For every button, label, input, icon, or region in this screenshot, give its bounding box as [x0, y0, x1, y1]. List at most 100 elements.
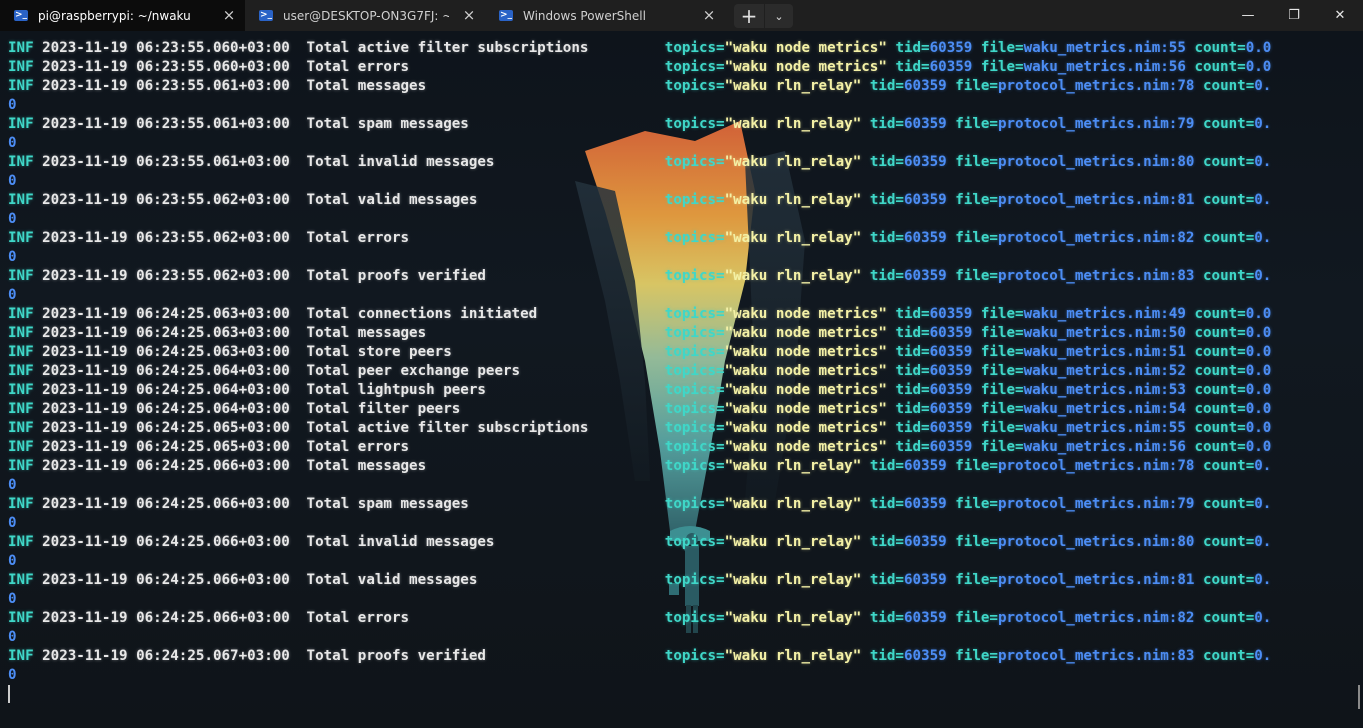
field-value-file: protocol_metrics.nim:78: [997, 458, 1195, 474]
log-level: INF: [8, 420, 34, 436]
log-fields: topics="waku rln_relay" tid=60359 file=p…: [665, 115, 1272, 134]
log-timestamp: 2023-11-19 06:24:25.066+03:00: [42, 534, 290, 550]
field-value-file: protocol_metrics.nim:80: [997, 534, 1195, 550]
field-value-count: 0.0: [1245, 363, 1272, 379]
field-value-file: waku_metrics.nim:52: [1023, 363, 1186, 379]
close-icon[interactable]: ×: [221, 7, 237, 23]
field-key-count: count=: [1194, 439, 1246, 455]
log-level: INF: [8, 344, 34, 360]
field-value-count: 0.0: [1245, 344, 1272, 360]
log-timestamp: 2023-11-19 06:24:25.063+03:00: [42, 325, 290, 341]
field-value-tid: 60359: [929, 420, 973, 436]
log-message: Total messages: [306, 325, 427, 341]
wrapped-count-digit: 0: [8, 173, 17, 189]
field-key-count: count=: [1202, 78, 1255, 94]
log-line: INF 2023-11-19 06:24:25.067+03:00 Total pr…: [8, 647, 1348, 685]
field-key-topics: topics=: [664, 420, 725, 436]
field-value-tid: 60359: [903, 648, 947, 664]
field-key-topics: topics=: [664, 610, 725, 626]
log-level: INF: [8, 268, 34, 284]
field-value-count: 0.: [1254, 534, 1272, 550]
log-level: INF: [8, 192, 34, 208]
field-key-file: file=: [955, 116, 998, 132]
log-message: Total active filter subscriptions: [306, 40, 589, 56]
field-key-count: count=: [1202, 230, 1255, 246]
field-value-topics: "waku rln_relay": [724, 268, 862, 284]
field-value-file: protocol_metrics.nim:83: [997, 648, 1195, 664]
field-value-count: 0.: [1254, 78, 1272, 94]
log-message: Total store peers: [306, 344, 452, 360]
log-timestamp: 2023-11-19 06:24:25.066+03:00: [42, 458, 290, 474]
field-key-file: file=: [980, 306, 1024, 322]
log-fields: topics="waku node metrics" tid=60359 fil…: [665, 343, 1272, 362]
wrapped-count-digit: 0: [8, 97, 17, 113]
log-line: INF 2023-11-19 06:23:55.062+03:00 Total pr…: [8, 267, 1348, 305]
log-timestamp: 2023-11-19 06:24:25.064+03:00: [42, 363, 290, 379]
log-level: INF: [8, 40, 34, 56]
log-message: Total valid messages: [306, 192, 478, 208]
field-key-count: count=: [1194, 382, 1246, 398]
window-controls: — ❐ ✕: [1225, 0, 1363, 31]
new-tab-button[interactable]: +: [734, 4, 765, 28]
field-value-topics: "waku rln_relay": [724, 572, 862, 588]
tab-desktop[interactable]: >_ user@DESKTOP-ON3G7FJ: ~/sr ×: [245, 0, 485, 31]
field-value-file: protocol_metrics.nim:82: [997, 230, 1195, 246]
log-timestamp: 2023-11-19 06:24:25.064+03:00: [42, 401, 290, 417]
title-bar: >_ pi@raspberrypi: ~/nwaku × >_ user@DES…: [0, 0, 1363, 31]
field-key-count: count=: [1202, 154, 1255, 170]
scrollbar[interactable]: [1358, 685, 1360, 709]
field-value-file: waku_metrics.nim:55: [1023, 40, 1186, 56]
field-value-file: waku_metrics.nim:51: [1023, 344, 1186, 360]
field-value-count: 0.: [1254, 116, 1272, 132]
minimize-button[interactable]: —: [1225, 0, 1271, 31]
log-fields: topics="waku node metrics" tid=60359 fil…: [665, 438, 1272, 457]
log-timestamp: 2023-11-19 06:23:55.062+03:00: [42, 192, 290, 208]
close-icon[interactable]: ×: [461, 7, 477, 23]
chevron-down-icon[interactable]: ⌄: [765, 4, 793, 28]
tab-title: user@DESKTOP-ON3G7FJ: ~/sr: [283, 8, 449, 23]
field-key-tid: tid=: [869, 572, 904, 588]
terminal-output[interactable]: INF 2023-11-19 06:23:55.060+03:00 Total ac…: [0, 31, 1363, 728]
field-key-count: count=: [1202, 534, 1255, 550]
field-value-tid: 60359: [903, 496, 947, 512]
log-line: INF 2023-11-19 06:23:55.062+03:00 Total er…: [8, 229, 1348, 267]
log-fields: topics="waku node metrics" tid=60359 fil…: [665, 400, 1272, 419]
field-key-tid: tid=: [869, 648, 904, 664]
field-value-tid: 60359: [903, 534, 947, 550]
close-icon[interactable]: ×: [701, 7, 717, 23]
maximize-button[interactable]: ❐: [1271, 0, 1317, 31]
field-key-count: count=: [1202, 648, 1255, 664]
field-key-file: file=: [955, 154, 998, 170]
log-line: INF 2023-11-19 06:24:25.063+03:00 Total me…: [8, 324, 1348, 343]
log-timestamp: 2023-11-19 06:24:25.064+03:00: [42, 382, 290, 398]
field-key-tid: tid=: [869, 496, 904, 512]
close-window-button[interactable]: ✕: [1317, 0, 1363, 31]
field-value-topics: "waku node metrics": [724, 40, 887, 56]
field-value-tid: 60359: [903, 154, 947, 170]
field-key-file: file=: [955, 192, 998, 208]
log-fields: topics="waku node metrics" tid=60359 fil…: [665, 39, 1272, 58]
field-key-count: count=: [1202, 192, 1255, 208]
field-key-topics: topics=: [664, 401, 725, 417]
log-fields: topics="waku node metrics" tid=60359 fil…: [665, 419, 1272, 438]
field-key-tid: tid=: [895, 420, 930, 436]
log-timestamp: 2023-11-19 06:23:55.060+03:00: [42, 40, 290, 56]
powershell-icon: >_: [499, 10, 513, 21]
log-level: INF: [8, 116, 34, 132]
wrapped-count-digit: 0: [8, 135, 17, 151]
log-message: Total errors: [306, 59, 410, 75]
log-message: Total errors: [306, 439, 410, 455]
field-key-topics: topics=: [664, 59, 725, 75]
field-key-count: count=: [1202, 116, 1255, 132]
log-line: INF 2023-11-19 06:23:55.061+03:00 Total me…: [8, 77, 1348, 115]
log-line: INF 2023-11-19 06:24:25.063+03:00 Total st…: [8, 343, 1348, 362]
log-fields: topics="waku node metrics" tid=60359 fil…: [665, 381, 1272, 400]
tab-raspberrypi[interactable]: >_ pi@raspberrypi: ~/nwaku ×: [0, 0, 245, 31]
field-key-tid: tid=: [869, 610, 904, 626]
log-level: INF: [8, 439, 34, 455]
log-fields: topics="waku rln_relay" tid=60359 file=p…: [665, 153, 1272, 172]
log-level: INF: [8, 59, 34, 75]
field-key-topics: topics=: [664, 363, 725, 379]
field-key-count: count=: [1194, 306, 1246, 322]
tab-powershell[interactable]: >_ Windows PowerShell ×: [485, 0, 725, 31]
